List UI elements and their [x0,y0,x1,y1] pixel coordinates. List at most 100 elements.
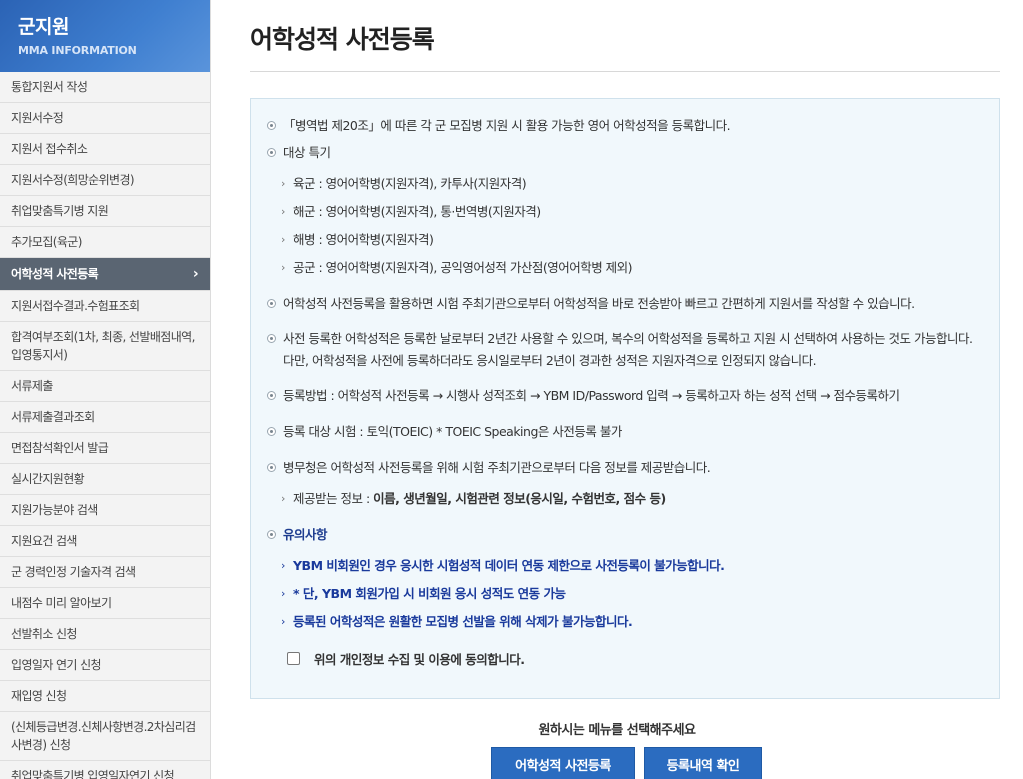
sub-row: › 육군 : 영어어학병(지원자격), 카투사(지원자격) [281,173,985,195]
sidebar-item-grade-change[interactable]: (신체등급변경.신체사항변경.2차심리검사변경) 신청 [0,712,210,761]
info-text: 등록방법 : 어학성적 사전등록 → 시행사 성적조회 → YBM ID/Pas… [283,388,900,403]
info-row: 「병역법 제20조」에 따른 각 군 모집병 지원 시 활용 가능한 영어 어학… [267,115,985,137]
sidebar-item-job-specialty[interactable]: 취업맞춤특기병 지원 [0,196,210,227]
sidebar-item-label: 지원가능분야 검색 [11,503,98,517]
sidebar-item-enlist-postpone[interactable]: 입영일자 연기 신청 [0,650,210,681]
circle-bullet-icon [267,530,276,539]
sidebar-item-edit-application[interactable]: 지원서수정 [0,103,210,134]
notice-heading: 유의사항 [283,527,328,542]
page-title: 어학성적 사전등록 [250,25,435,54]
arrow-icon: › [281,615,285,628]
circle-bullet-icon [267,121,276,130]
sidebar-item-license-search[interactable]: 군 경력인정 기술자격 검색 [0,557,210,588]
sidebar-menu: 통합지원서 작성 지원서수정 지원서 접수취소 지원서수정(희망순위변경) 취업… [0,72,210,779]
sidebar-item-label: 지원서수정(희망순위변경) [11,173,135,187]
sidebar-item-label: 실시간지원현황 [11,472,85,486]
sidebar-item-submit-docs[interactable]: 서류제출 [0,371,210,402]
circle-bullet-icon [267,299,276,308]
arrow-icon: › [281,559,285,572]
info-row: 유의사항 [267,524,985,546]
sidebar-item-score-preview[interactable]: 내점수 미리 알아보기 [0,588,210,619]
info-box: 「병역법 제20조」에 따른 각 군 모집병 지원 시 활용 가능한 영어 어학… [250,98,1000,699]
arrow-icon: › [281,233,285,246]
check-registration-button[interactable]: 등록내역 확인 [644,747,762,779]
register-score-button[interactable]: 어학성적 사전등록 [491,747,635,779]
sub-text: 해병 : 영어어학병(지원자격) [293,232,434,247]
sidebar-item-reenlist[interactable]: 재입영 신청 [0,681,210,712]
circle-bullet-icon [267,334,276,343]
sidebar-item-selection-cancel[interactable]: 선발취소 신청 [0,619,210,650]
notice-text: 등록된 어학성적은 원활한 모집병 선발을 위해 삭제가 불가능합니다. [293,614,633,629]
sidebar-title: 군지원 [18,16,69,38]
sidebar-item-label: 선발취소 신청 [11,627,77,641]
sidebar-item-label: 입영일자 연기 신청 [11,658,102,672]
sidebar-item-label: 지원요건 검색 [11,534,77,548]
sidebar-subtitle: MMA INFORMATION [18,44,137,57]
sidebar-item-label: 면접참석확인서 발급 [11,441,109,455]
chevron-right-icon: › [192,266,199,282]
circle-bullet-icon [267,148,276,157]
arrow-icon: › [281,261,285,274]
sub-row: › 해군 : 영어어학병(지원자격), 통·번역병(지원자격) [281,201,985,223]
sidebar-item-cancel-application[interactable]: 지원서 접수취소 [0,134,210,165]
notice-text: YBM 비회원인 경우 응시한 시험성적 데이터 연동 제한으로 사전등록이 불… [293,558,725,573]
sidebar-item-language-score[interactable]: 어학성적 사전등록 › [0,258,210,291]
info-text: 어학성적 사전등록을 활용하면 시험 주최기관으로부터 어학성적을 바로 전송받… [283,296,915,311]
sidebar-item-label: 취업맞춤특기병 지원 [11,204,109,218]
title-divider [250,71,1000,72]
sidebar-item-label: 재입영 신청 [11,689,67,703]
info-row: 등록방법 : 어학성적 사전등록 → 시행사 성적조회 → YBM ID/Pas… [267,385,985,407]
arrow-icon: › [281,177,285,190]
arrow-icon: › [281,492,285,505]
main-content: 어학성적 사전등록 「병역법 제20조」에 따른 각 군 모집병 지원 시 활용… [211,0,1023,779]
sidebar-item-edit-preference[interactable]: 지원서수정(희망순위변경) [0,165,210,196]
circle-bullet-icon [267,463,276,472]
info-row: 병무청은 어학성적 사전등록을 위해 시험 주최기관으로부터 다음 정보를 제공… [267,457,985,479]
sidebar-item-label: 어학성적 사전등록 [11,267,99,281]
sidebar-item-pass-check[interactable]: 합격여부조회(1차, 최종, 선발배점내역, 입영통지서) [0,322,210,371]
sidebar-item-label: 통합지원서 작성 [11,80,88,94]
info-text: 병무청은 어학성적 사전등록을 위해 시험 주최기관으로부터 다음 정보를 제공… [283,460,711,475]
sidebar-item-label: 내점수 미리 알아보기 [11,596,112,610]
sub-text: 해군 : 영어어학병(지원자격), 통·번역병(지원자격) [293,204,541,219]
notice-row: › YBM 비회원인 경우 응시한 시험성적 데이터 연동 제한으로 사전등록이… [281,555,985,577]
notice-text: * 단, YBM 회원가입 시 비회원 응시 성적도 연동 가능 [293,586,566,601]
sidebar-item-interview-cert[interactable]: 면접참석확인서 발급 [0,433,210,464]
sidebar-item-label: 취업맞춤특기병 입영일자연기 신청 [11,769,175,779]
info-row: 대상 특기 [267,142,985,164]
sub-row: › 공군 : 영어어학병(지원자격), 공익영어성적 가산점(영어어학병 제외) [281,257,985,279]
sidebar-item-label: 합격여부조회(1차, 최종, 선발배점내역, 입영통지서) [11,330,195,362]
info-text: 「병역법 제20조」에 따른 각 군 모집병 지원 시 활용 가능한 영어 어학… [283,118,731,133]
sidebar: 군지원 MMA INFORMATION 통합지원서 작성 지원서수정 지원서 접… [0,0,211,779]
sidebar-item-label: 서류제출 [11,379,53,393]
sidebar-item-additional-recruit[interactable]: 추가모집(육군) [0,227,210,258]
notice-row: › 등록된 어학성적은 원활한 모집병 선발을 위해 삭제가 불가능합니다. [281,611,985,633]
consent-checkbox[interactable] [287,652,300,665]
sub-row: › 제공받는 정보 : 이름, 생년월일, 시험관련 정보(응시일, 수험번호,… [281,488,985,510]
info-text: 사전 등록한 어학성적은 등록한 날로부터 2년간 사용할 수 있으며, 복수의… [283,331,973,368]
sidebar-item-docs-result[interactable]: 서류제출결과조회 [0,402,210,433]
sidebar-item-label: 군 경력인정 기술자격 검색 [11,565,136,579]
info-text: 등록 대상 시험 : 토익(TOEIC) * TOEIC Speaking은 사… [283,424,622,439]
sub-text: 육군 : 영어어학병(지원자격), 카투사(지원자격) [293,176,527,191]
sidebar-item-realtime-status[interactable]: 실시간지원현황 [0,464,210,495]
sidebar-item-result-ticket[interactable]: 지원서접수결과.수험표조회 [0,291,210,322]
sidebar-header: 군지원 MMA INFORMATION [0,0,210,72]
circle-bullet-icon [267,427,276,436]
consent-checkbox-row[interactable]: 위의 개인정보 수집 및 이용에 동의합니다. [287,649,525,668]
sidebar-item-field-search[interactable]: 지원가능분야 검색 [0,495,210,526]
arrow-icon: › [281,587,285,600]
sidebar-item-label: (신체등급변경.신체사항변경.2차심리검사변경) 신청 [11,720,196,752]
sidebar-item-requirement-search[interactable]: 지원요건 검색 [0,526,210,557]
circle-bullet-icon [267,391,276,400]
menu-select-prompt: 원하시는 메뉴를 선택해주세요 [538,723,696,738]
sidebar-item-label: 서류제출결과조회 [11,410,95,424]
arrow-icon: › [281,205,285,218]
sub-row: › 해병 : 영어어학병(지원자격) [281,229,985,251]
sidebar-item-label: 추가모집(육군) [11,235,82,249]
sidebar-item-integrated-application[interactable]: 통합지원서 작성 [0,72,210,103]
info-text: 대상 특기 [283,145,331,160]
sidebar-item-label: 지원서 접수취소 [11,142,88,156]
info-row: 사전 등록한 어학성적은 등록한 날로부터 2년간 사용할 수 있으며, 복수의… [267,328,985,372]
sidebar-item-job-postpone[interactable]: 취업맞춤특기병 입영일자연기 신청 [0,761,210,779]
